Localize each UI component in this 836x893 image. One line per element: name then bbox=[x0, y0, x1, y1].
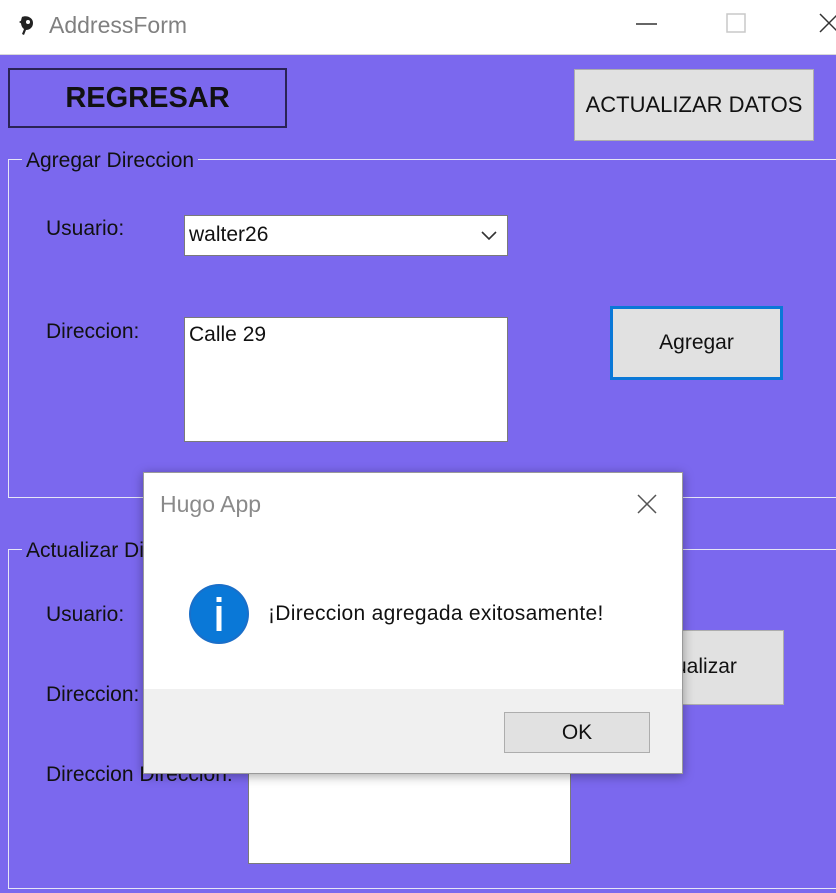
user-combobox[interactable]: walter26 bbox=[184, 215, 508, 256]
close-button[interactable] bbox=[806, 0, 836, 54]
window-title: AddressForm bbox=[49, 12, 188, 38]
update-data-button[interactable]: ACTUALIZAR DATOS bbox=[574, 69, 814, 141]
update-user-label: Usuario: bbox=[46, 603, 125, 626]
update-address-label: Direccion: bbox=[46, 683, 140, 706]
dialog-message: ¡Direccion agregada exitosamente! bbox=[268, 602, 604, 625]
update-address-legend: Actualizar Di bbox=[22, 539, 148, 563]
dialog-footer: OK bbox=[144, 689, 682, 773]
add-address-value: Calle 29 bbox=[189, 323, 267, 346]
app-icon bbox=[19, 16, 33, 35]
add-address-textbox[interactable]: Calle 29 bbox=[184, 317, 508, 442]
minimize-button[interactable] bbox=[624, 0, 670, 54]
chevron-down-icon bbox=[481, 231, 497, 241]
maximize-button[interactable] bbox=[714, 0, 760, 54]
minimize-icon bbox=[636, 23, 657, 25]
add-user-label: Usuario: bbox=[46, 217, 125, 240]
new-address-textbox[interactable] bbox=[248, 763, 571, 864]
back-button[interactable]: REGRESAR bbox=[8, 68, 287, 128]
add-address-legend: Agregar Direccion bbox=[22, 149, 199, 173]
close-icon[interactable] bbox=[632, 489, 662, 519]
info-icon bbox=[189, 584, 249, 644]
add-address-label: Direccion: bbox=[46, 320, 140, 343]
dialog-title: Hugo App bbox=[160, 491, 262, 517]
add-button[interactable]: Agregar bbox=[610, 306, 783, 380]
window-titlebar: AddressForm bbox=[0, 0, 836, 55]
message-dialog: Hugo App ¡Direccion agregada exitosament… bbox=[143, 472, 683, 774]
user-combobox-value: walter26 bbox=[189, 223, 269, 246]
ok-button[interactable]: OK bbox=[504, 712, 650, 753]
maximize-icon bbox=[726, 13, 746, 33]
close-icon bbox=[819, 13, 836, 33]
update-button-label: ualizar bbox=[675, 655, 737, 678]
